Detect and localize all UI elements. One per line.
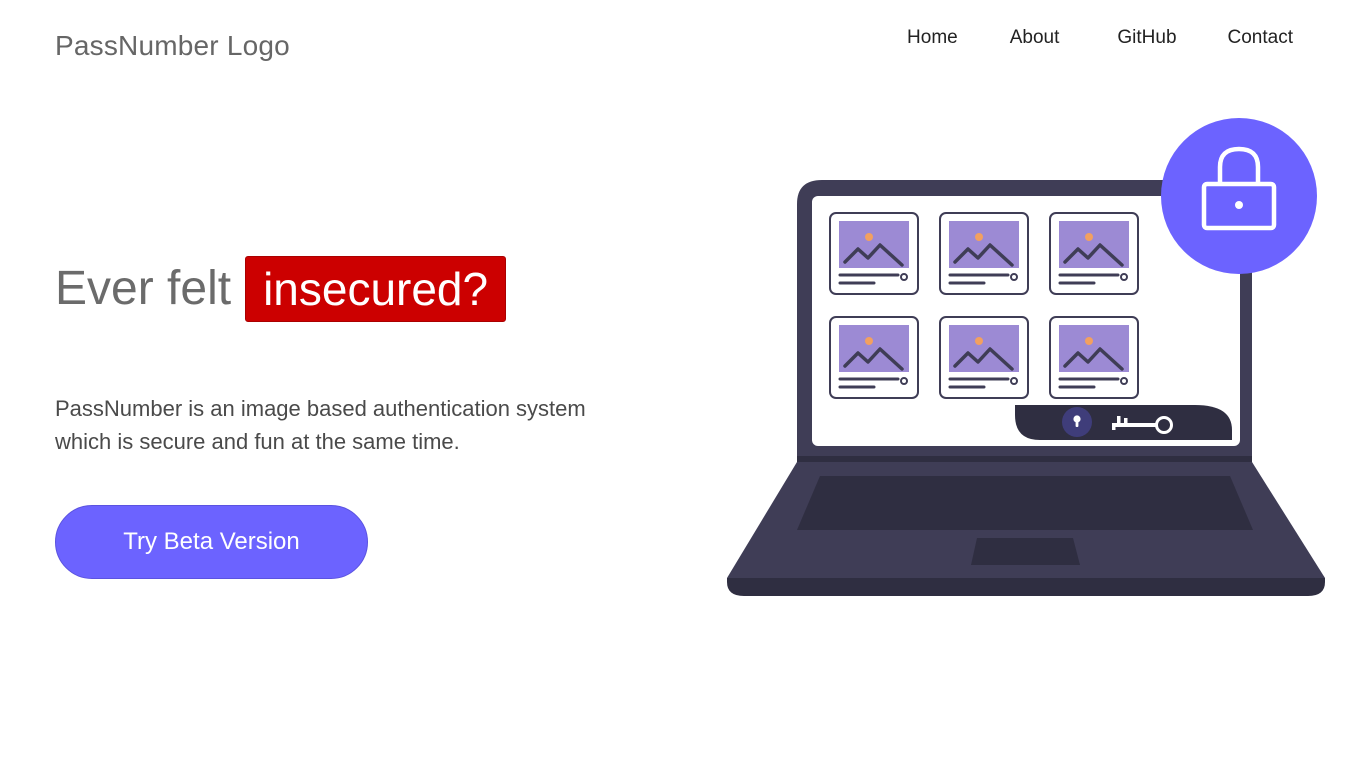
nav-link-home[interactable]: Home: [907, 27, 958, 49]
image-tile[interactable]: [939, 212, 1029, 295]
hero-description: PassNumber is an image based authenticat…: [55, 396, 586, 454]
headline-text: Ever felt: [55, 262, 232, 315]
keyhole-icon: [1062, 407, 1092, 437]
nav-link-contact[interactable]: Contact: [1228, 27, 1293, 49]
headline-highlight: insecured?: [245, 256, 507, 322]
main-nav: Home About GitHub Contact: [907, 27, 1293, 49]
laptop-security-illustration: [727, 118, 1325, 596]
lock-icon: [1161, 118, 1317, 274]
image-tile[interactable]: [829, 316, 919, 399]
nav-link-about[interactable]: About: [1010, 27, 1060, 49]
nav-link-github[interactable]: GitHub: [1117, 27, 1176, 49]
logo[interactable]: PassNumber Logo: [55, 30, 290, 62]
try-beta-button[interactable]: Try Beta Version: [55, 505, 368, 579]
hero-headline: Ever felt insecured?: [55, 255, 507, 323]
landing-page: PassNumber Logo Home About GitHub Contac…: [0, 0, 1366, 768]
image-tile[interactable]: [1049, 212, 1139, 295]
image-tile[interactable]: [829, 212, 919, 295]
image-tile[interactable]: [1049, 316, 1139, 399]
image-tile[interactable]: [939, 316, 1029, 399]
unlock-bar: [1015, 405, 1232, 440]
